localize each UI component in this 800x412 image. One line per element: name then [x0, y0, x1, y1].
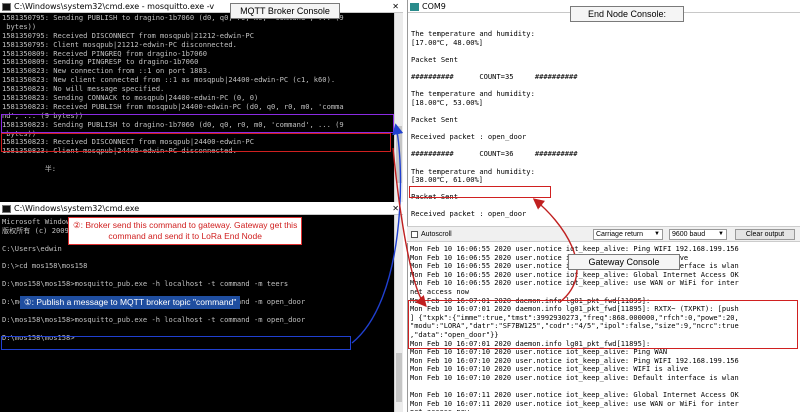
arrow-publish-to-broker	[351, 123, 404, 344]
annotation-arrows	[351, 123, 578, 344]
step2-label: ②: Broker send this command to gateway. …	[68, 217, 303, 245]
arrow-gateway-to-node	[532, 198, 578, 303]
step2-line1: ②: Broker send this command to gateway. …	[73, 220, 298, 230]
step1-label: ①: Publish a message to MQTT broker topi…	[20, 296, 241, 309]
node-console-label: End Node Console:	[570, 6, 684, 22]
broker-console-label: MQTT Broker Console	[230, 3, 340, 19]
step2-line2: command and send it to LoRa End Node	[108, 231, 262, 241]
gateway-console-label: Gateway Console	[568, 254, 680, 270]
